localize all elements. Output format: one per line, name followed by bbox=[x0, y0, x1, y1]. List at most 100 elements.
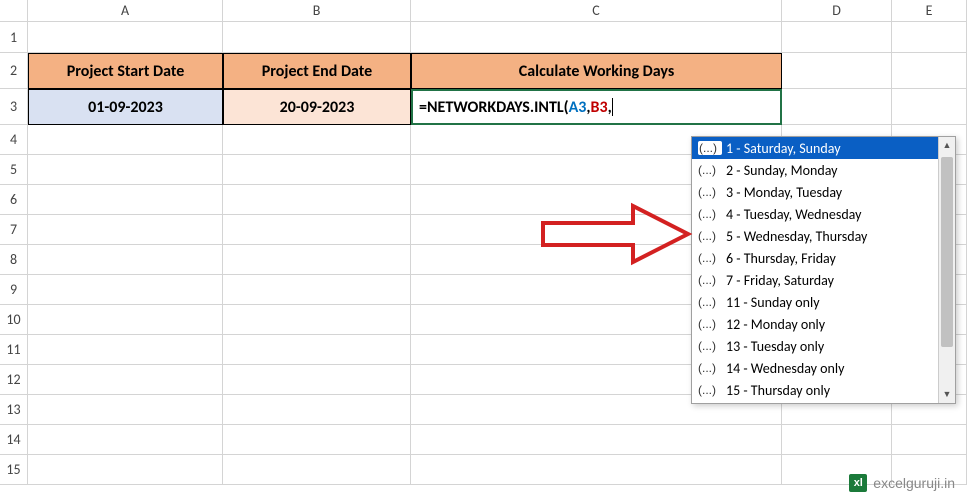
cell-A6[interactable] bbox=[28, 185, 223, 215]
row-header-6[interactable]: 6 bbox=[0, 185, 28, 215]
cell-A1[interactable] bbox=[28, 22, 223, 53]
cell-E1[interactable] bbox=[892, 22, 967, 53]
cell-B4[interactable] bbox=[223, 125, 411, 155]
row-header-8[interactable]: 8 bbox=[0, 245, 28, 275]
cell-B11[interactable] bbox=[223, 335, 411, 365]
cell-B10[interactable] bbox=[223, 305, 411, 335]
cell-B6[interactable] bbox=[223, 185, 411, 215]
scroll-thumb[interactable] bbox=[941, 157, 953, 347]
row-header-7[interactable]: 7 bbox=[0, 215, 28, 245]
row-header-13[interactable]: 13 bbox=[0, 395, 28, 425]
cell-end-date[interactable]: 20-09-2023 bbox=[223, 89, 411, 125]
dropdown-option[interactable]: (...) 14 - Wednesday only bbox=[692, 357, 938, 379]
dropdown-option[interactable]: (...)3 - Monday, Tuesday bbox=[692, 181, 938, 203]
column-header-A[interactable]: A bbox=[28, 0, 223, 22]
cell-D2[interactable] bbox=[782, 53, 892, 89]
dropdown-option-label: 15 - Thursday only bbox=[726, 382, 830, 399]
dropdown-scrollbar[interactable]: ▲ ▼ bbox=[938, 137, 955, 403]
cell-C15[interactable] bbox=[411, 455, 782, 485]
scroll-up-button[interactable]: ▲ bbox=[939, 137, 955, 154]
column-header-C[interactable]: C bbox=[411, 0, 782, 22]
dropdown-option[interactable]: (...)4 - Tuesday, Wednesday bbox=[692, 203, 938, 225]
cell-D3[interactable] bbox=[782, 89, 892, 125]
cell-B8[interactable] bbox=[223, 245, 411, 275]
column-header-B[interactable]: B bbox=[223, 0, 411, 22]
cell-A12[interactable] bbox=[28, 365, 223, 395]
scroll-down-button[interactable]: ▼ bbox=[939, 386, 955, 403]
cell-B7[interactable] bbox=[223, 215, 411, 245]
row-header-15[interactable]: 15 bbox=[0, 455, 28, 485]
cell-A11[interactable] bbox=[28, 335, 223, 365]
row-header-2[interactable]: 2 bbox=[0, 53, 28, 89]
dropdown-option[interactable]: (...)6 - Thursday, Friday bbox=[692, 247, 938, 269]
cell-A8[interactable] bbox=[28, 245, 223, 275]
header-project-start[interactable]: Project Start Date bbox=[28, 53, 223, 89]
cell-E2[interactable] bbox=[892, 53, 967, 89]
cell-A9[interactable] bbox=[28, 275, 223, 305]
row-header-1[interactable]: 1 bbox=[0, 22, 28, 53]
cell-A15[interactable] bbox=[28, 455, 223, 485]
dropdown-option[interactable]: (...)7 - Friday, Saturday bbox=[692, 269, 938, 291]
row-header-3[interactable]: 3 bbox=[0, 89, 28, 125]
const-icon: (...) bbox=[698, 141, 722, 155]
cell-B1[interactable] bbox=[223, 22, 411, 53]
header-project-end[interactable]: Project End Date bbox=[223, 53, 411, 89]
dropdown-option[interactable]: (...) 12 - Monday only bbox=[692, 313, 938, 335]
const-icon: (...) bbox=[698, 361, 722, 375]
watermark: xl excelguruji.in bbox=[849, 474, 955, 492]
dropdown-option-label: 11 - Sunday only bbox=[726, 294, 820, 311]
cell-B5[interactable] bbox=[223, 155, 411, 185]
dropdown-option-label: 2 - Sunday, Monday bbox=[726, 162, 838, 179]
formula-ref-a: A3 bbox=[569, 98, 587, 117]
row-header-4[interactable]: 4 bbox=[0, 125, 28, 155]
cell-start-date[interactable]: 01-09-2023 bbox=[28, 89, 223, 125]
cell-B13[interactable] bbox=[223, 395, 411, 425]
cell-B9[interactable] bbox=[223, 275, 411, 305]
row-header-9[interactable]: 9 bbox=[0, 275, 28, 305]
dropdown-option[interactable]: (...) 2 - Sunday, Monday bbox=[692, 159, 938, 181]
dropdown-option[interactable]: (...)5 - Wednesday, Thursday bbox=[692, 225, 938, 247]
cell-A5[interactable] bbox=[28, 155, 223, 185]
cell-A7[interactable] bbox=[28, 215, 223, 245]
cell-A4[interactable] bbox=[28, 125, 223, 155]
cell-C14[interactable] bbox=[411, 425, 782, 455]
cell-B14[interactable] bbox=[223, 425, 411, 455]
cell-A10[interactable] bbox=[28, 305, 223, 335]
const-icon: (...) bbox=[698, 339, 722, 353]
const-icon: (...) bbox=[698, 185, 722, 199]
cell-C1[interactable] bbox=[411, 22, 782, 53]
dropdown-option-label: 14 - Wednesday only bbox=[726, 360, 844, 377]
cell-E3[interactable] bbox=[892, 89, 967, 125]
cell-text: Calculate Working Days bbox=[519, 62, 674, 81]
cell-B15[interactable] bbox=[223, 455, 411, 485]
dropdown-option-label: 12 - Monday only bbox=[726, 316, 825, 333]
const-icon: (...) bbox=[698, 317, 722, 331]
column-header-D[interactable]: D bbox=[782, 0, 892, 22]
cell-B12[interactable] bbox=[223, 365, 411, 395]
row-header-12[interactable]: 12 bbox=[0, 365, 28, 395]
dropdown-option[interactable]: (...)15 - Thursday only bbox=[692, 379, 938, 401]
select-all-corner[interactable] bbox=[0, 0, 28, 22]
dropdown-option[interactable]: (...)1 - Saturday, Sunday bbox=[692, 137, 938, 159]
header-calc-working-days[interactable]: Calculate Working Days bbox=[411, 53, 782, 89]
cell-A13[interactable] bbox=[28, 395, 223, 425]
row-header-10[interactable]: 10 bbox=[0, 305, 28, 335]
dropdown-option[interactable]: (...) 11 - Sunday only bbox=[692, 291, 938, 313]
const-icon: (...) bbox=[698, 229, 722, 243]
row-header-11[interactable]: 11 bbox=[0, 335, 28, 365]
cell-formula-input[interactable]: =NETWORKDAYS.INTL(A3,B3, bbox=[411, 89, 782, 125]
dropdown-option-label: 4 - Tuesday, Wednesday bbox=[726, 206, 861, 223]
cell-text: Project End Date bbox=[262, 62, 372, 81]
cell-A14[interactable] bbox=[28, 425, 223, 455]
cell-D14[interactable] bbox=[782, 425, 892, 455]
const-icon: (...) bbox=[698, 295, 722, 309]
dropdown-option[interactable]: (...)13 - Tuesday only bbox=[692, 335, 938, 357]
column-header-E[interactable]: E bbox=[892, 0, 967, 22]
const-icon: (...) bbox=[698, 163, 722, 177]
watermark-text: excelguruji.in bbox=[873, 475, 955, 491]
row-header-5[interactable]: 5 bbox=[0, 155, 28, 185]
row-header-14[interactable]: 14 bbox=[0, 425, 28, 455]
weekend-param-dropdown: (...)1 - Saturday, Sunday(...)2 - Sunday… bbox=[691, 136, 956, 404]
cell-D1[interactable] bbox=[782, 22, 892, 53]
cell-E14[interactable] bbox=[892, 425, 967, 455]
